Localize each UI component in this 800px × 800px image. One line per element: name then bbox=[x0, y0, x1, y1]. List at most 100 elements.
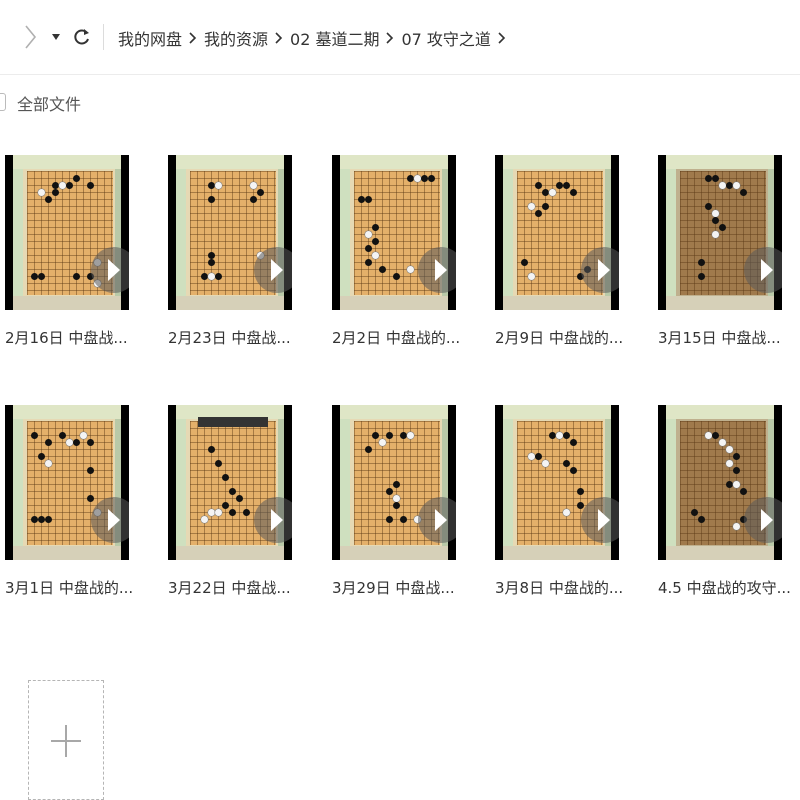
breadcrumb-item-02[interactable]: 02 墓道二期 bbox=[290, 26, 379, 50]
video-thumbnail bbox=[5, 155, 129, 310]
black-stone bbox=[73, 439, 80, 446]
black-stone bbox=[31, 516, 38, 523]
black-stone bbox=[393, 481, 400, 488]
video-thumbnail bbox=[658, 155, 782, 310]
white-stone bbox=[208, 509, 215, 516]
video-thumbnail bbox=[658, 405, 782, 560]
white-stone bbox=[215, 509, 222, 516]
video-thumbnail bbox=[495, 155, 619, 310]
video-file-tile[interactable]: 2月2日 中盘战的... bbox=[332, 155, 482, 365]
black-stone bbox=[570, 467, 577, 474]
black-stone bbox=[31, 432, 38, 439]
white-stone bbox=[733, 481, 740, 488]
black-stone bbox=[705, 203, 712, 210]
black-stone bbox=[208, 252, 215, 259]
black-stone bbox=[549, 432, 556, 439]
play-icon[interactable] bbox=[418, 497, 456, 543]
black-stone bbox=[365, 259, 372, 266]
video-file-tile[interactable]: 2月23日 中盘战... bbox=[168, 155, 318, 365]
black-stone bbox=[38, 273, 45, 280]
play-icon[interactable] bbox=[254, 247, 292, 293]
black-stone bbox=[712, 175, 719, 182]
black-stone bbox=[400, 516, 407, 523]
white-stone bbox=[528, 453, 535, 460]
video-overlay-banner bbox=[198, 417, 268, 427]
navigation-bar: 我的网盘 我的资源 02 墓道二期 07 攻守之道 bbox=[0, 0, 800, 74]
black-stone bbox=[372, 432, 379, 439]
white-stone bbox=[563, 509, 570, 516]
black-stone bbox=[365, 245, 372, 252]
file-name: 3月22日 中盘战... bbox=[168, 579, 291, 597]
video-file-tile[interactable]: 2月9日 中盘战的... bbox=[495, 155, 645, 365]
black-stone bbox=[386, 432, 393, 439]
black-stone bbox=[365, 446, 372, 453]
breadcrumb-expand-icon[interactable] bbox=[491, 32, 513, 44]
black-stone bbox=[222, 502, 229, 509]
white-stone bbox=[733, 182, 740, 189]
all-files-label: 全部文件 bbox=[17, 95, 82, 114]
black-stone bbox=[691, 509, 698, 516]
forward-button[interactable] bbox=[18, 22, 42, 52]
play-icon[interactable] bbox=[418, 247, 456, 293]
breadcrumb-item-my-resources[interactable]: 我的资源 bbox=[204, 26, 268, 50]
white-stone bbox=[705, 432, 712, 439]
play-icon[interactable] bbox=[744, 497, 782, 543]
black-stone bbox=[421, 175, 428, 182]
play-icon[interactable] bbox=[91, 497, 129, 543]
black-stone bbox=[521, 259, 528, 266]
white-stone bbox=[59, 182, 66, 189]
video-file-tile[interactable]: 3月8日 中盘战的... bbox=[495, 405, 645, 615]
white-stone bbox=[38, 189, 45, 196]
breadcrumb-separator-icon bbox=[182, 32, 204, 44]
history-dropdown-button[interactable] bbox=[48, 24, 64, 50]
breadcrumb-item-my-netdisk[interactable]: 我的网盘 bbox=[118, 26, 182, 50]
chevron-right-icon bbox=[25, 25, 37, 49]
file-name: 2月16日 中盘战... bbox=[5, 329, 128, 347]
black-stone bbox=[563, 432, 570, 439]
black-stone bbox=[38, 453, 45, 460]
black-stone bbox=[257, 189, 264, 196]
play-icon[interactable] bbox=[254, 497, 292, 543]
add-file-button[interactable] bbox=[28, 680, 104, 800]
play-icon[interactable] bbox=[581, 497, 619, 543]
play-icon[interactable] bbox=[581, 247, 619, 293]
black-stone bbox=[393, 273, 400, 280]
black-stone bbox=[87, 439, 94, 446]
video-thumbnail bbox=[168, 405, 292, 560]
white-stone bbox=[379, 439, 386, 446]
video-thumbnail bbox=[332, 155, 456, 310]
play-icon[interactable] bbox=[744, 247, 782, 293]
black-stone bbox=[407, 175, 414, 182]
black-stone bbox=[698, 273, 705, 280]
white-stone bbox=[528, 273, 535, 280]
video-file-tile[interactable]: 3月29日 中盘战... bbox=[332, 405, 482, 615]
play-icon[interactable] bbox=[91, 247, 129, 293]
video-file-tile[interactable]: 2月16日 中盘战... bbox=[5, 155, 155, 365]
black-stone bbox=[87, 467, 94, 474]
white-stone bbox=[215, 182, 222, 189]
select-all-checkbox[interactable] bbox=[0, 93, 6, 111]
white-stone bbox=[365, 231, 372, 238]
video-file-tile[interactable]: 4.5 中盘战的攻守... bbox=[658, 405, 800, 615]
white-stone bbox=[712, 231, 719, 238]
video-file-tile[interactable]: 3月15日 中盘战... bbox=[658, 155, 800, 365]
black-stone bbox=[215, 273, 222, 280]
breadcrumb-item-07[interactable]: 07 攻守之道 bbox=[401, 26, 490, 50]
video-file-tile[interactable]: 3月22日 中盘战... bbox=[168, 405, 318, 615]
black-stone bbox=[229, 488, 236, 495]
black-stone bbox=[733, 467, 740, 474]
black-stone bbox=[556, 182, 563, 189]
white-stone bbox=[414, 175, 421, 182]
black-stone bbox=[705, 175, 712, 182]
breadcrumb-separator-icon bbox=[379, 32, 401, 44]
black-stone bbox=[250, 196, 257, 203]
black-stone bbox=[379, 266, 386, 273]
white-stone bbox=[719, 182, 726, 189]
refresh-button[interactable] bbox=[70, 22, 94, 52]
video-file-tile[interactable]: 3月1日 中盘战的... bbox=[5, 405, 155, 615]
file-name: 2月9日 中盘战的... bbox=[495, 329, 624, 347]
black-stone bbox=[535, 210, 542, 217]
white-stone bbox=[407, 432, 414, 439]
breadcrumb: 我的网盘 我的资源 02 墓道二期 07 攻守之道 bbox=[118, 24, 513, 52]
black-stone bbox=[208, 182, 215, 189]
